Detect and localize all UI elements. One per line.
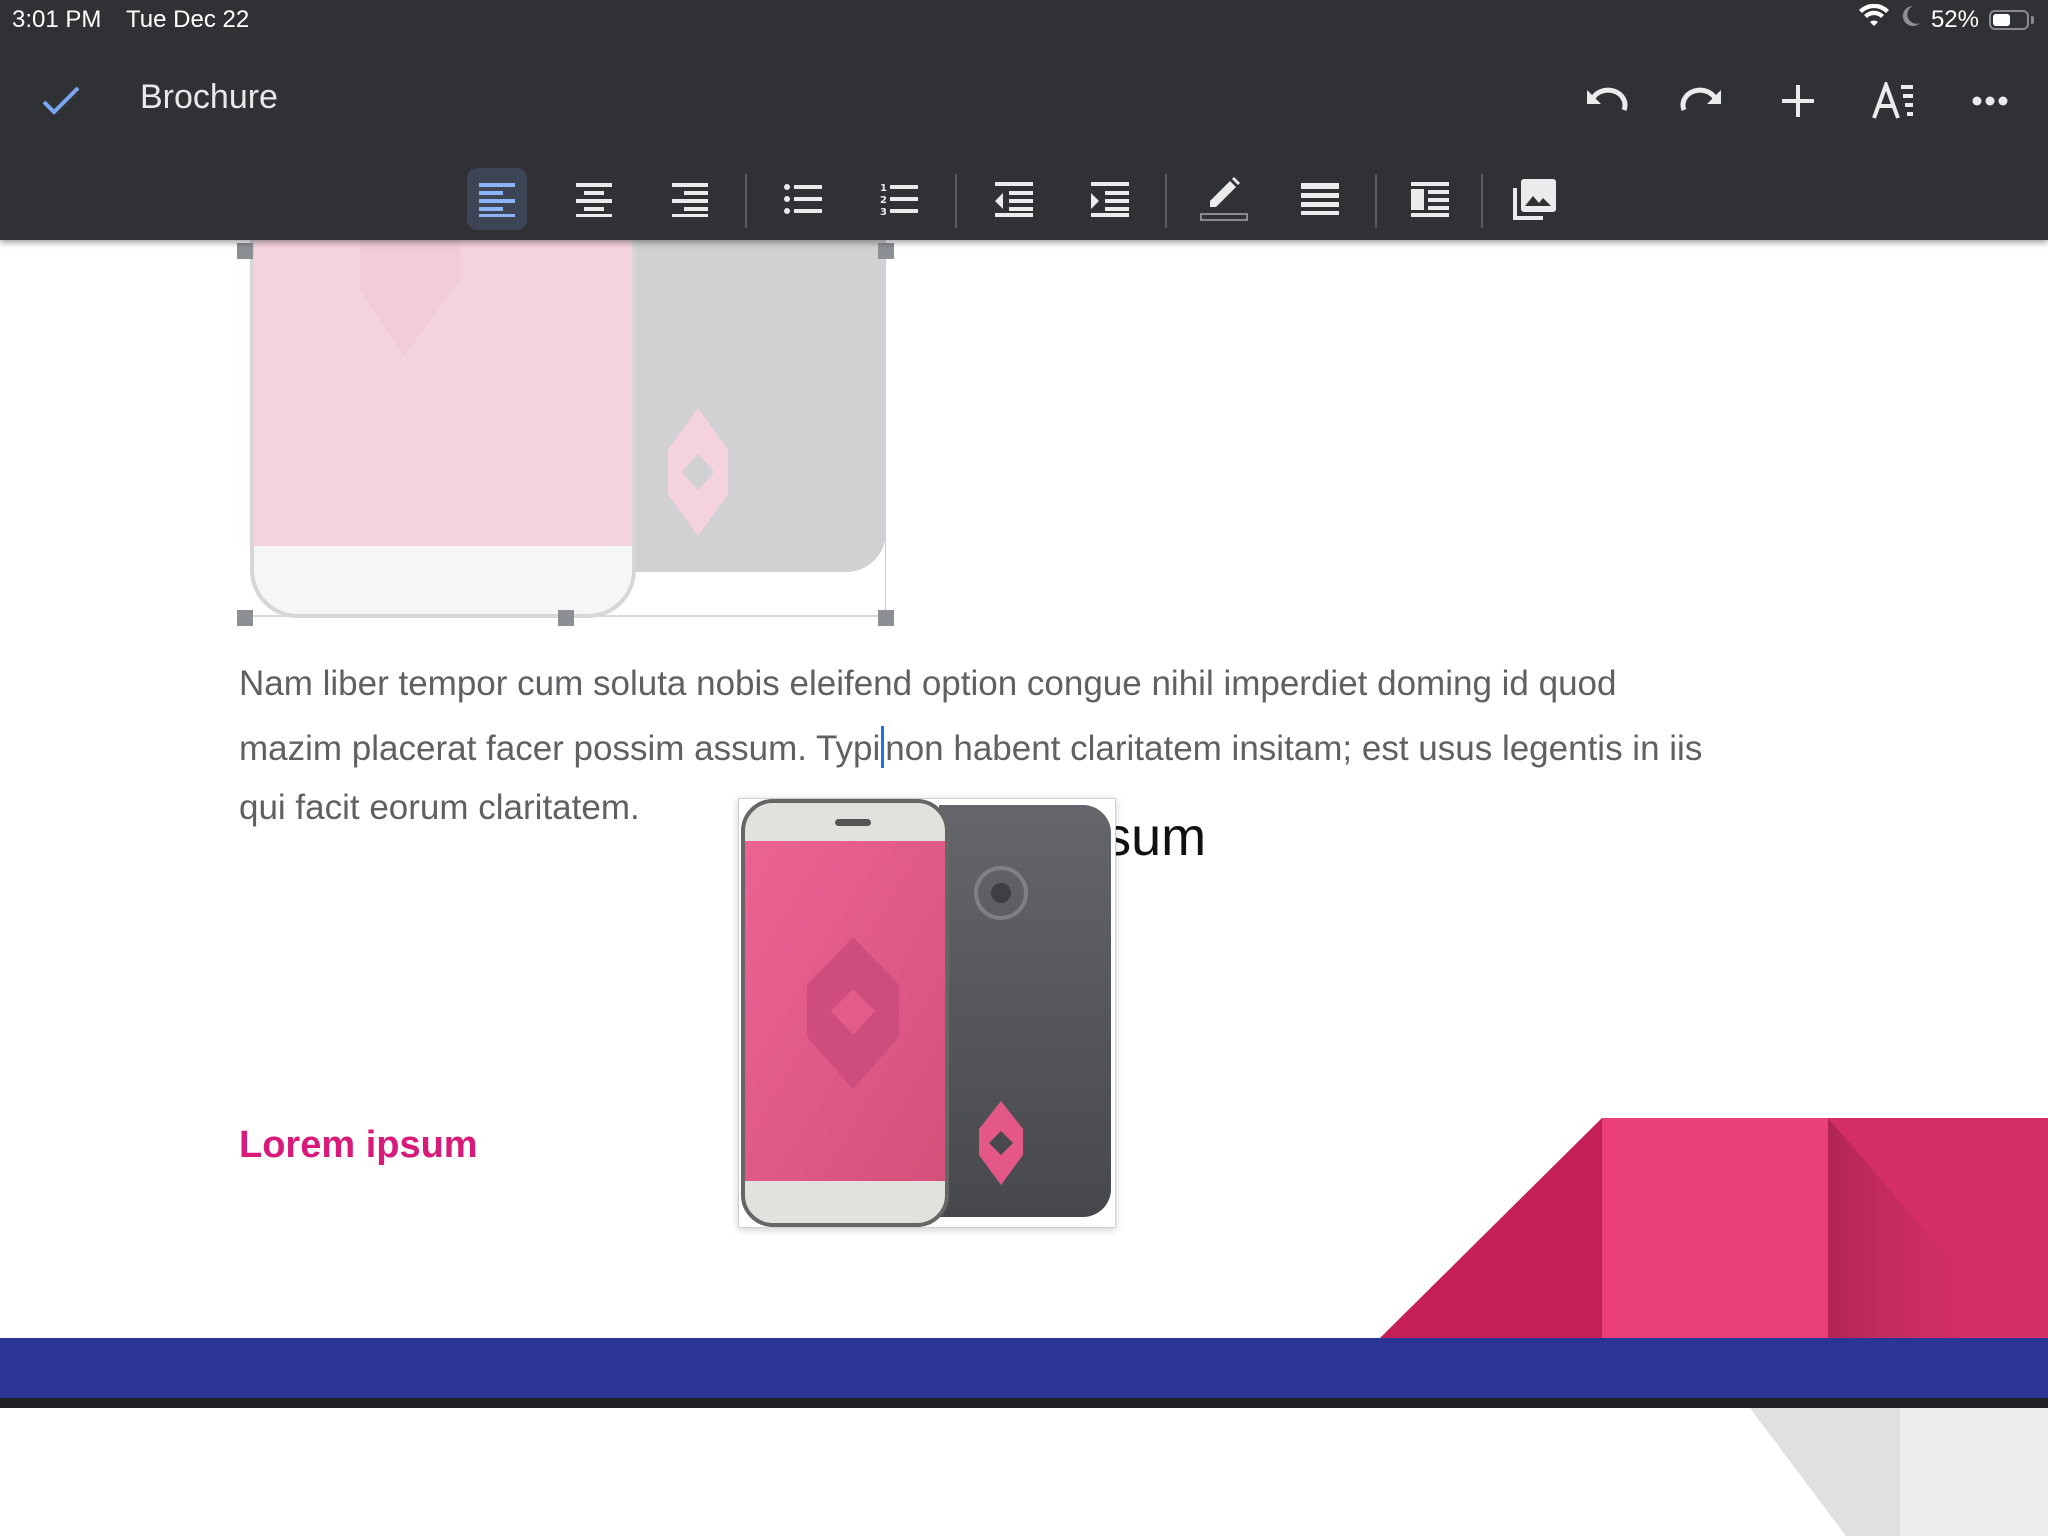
increase-indent-button[interactable] xyxy=(1080,168,1140,230)
highlight-button[interactable] xyxy=(1194,168,1254,230)
status-time: 3:01 PM xyxy=(12,6,102,33)
app-header: 3:01 PM Tue Dec 22 52% Brochure 1 2 3 xyxy=(0,0,2048,240)
insert-button[interactable] xyxy=(1770,76,1826,126)
battery-icon xyxy=(1989,9,2029,30)
toolbar-divider xyxy=(955,174,957,228)
resize-handle-bottom-center[interactable] xyxy=(558,610,574,626)
image-options-button[interactable] xyxy=(1505,168,1565,230)
paragraph-text-after-cursor: non habent claritatem insitam; est usus … xyxy=(885,729,1703,768)
more-button[interactable] xyxy=(1962,76,2018,126)
align-center-button[interactable] xyxy=(564,168,624,230)
numbered-list-icon: 123 xyxy=(880,183,918,216)
footer-band xyxy=(0,1338,2048,1398)
battery-nub xyxy=(2031,15,2034,24)
phone-image[interactable] xyxy=(738,798,1116,1228)
decorative-shadow xyxy=(1750,1408,2048,1536)
paragraph-line-1[interactable]: Nam liber tempor cum soluta nobis eleife… xyxy=(239,664,1616,704)
toolbar-divider xyxy=(1481,174,1483,228)
decrease-indent-icon xyxy=(995,182,1033,217)
bulleted-list-button[interactable] xyxy=(774,168,834,230)
text-wrap-button[interactable] xyxy=(1400,168,1460,230)
bulleted-list-icon xyxy=(784,184,822,214)
line-spacing-icon xyxy=(1301,183,1339,215)
status-date: Tue Dec 22 xyxy=(126,6,250,33)
line-spacing-button[interactable] xyxy=(1290,168,1350,230)
paragraph-text-before-cursor: mazim placerat facer possim assum. Typi xyxy=(239,729,881,768)
align-center-icon xyxy=(576,183,612,217)
image-icon xyxy=(1513,179,1556,220)
align-left-icon xyxy=(479,183,515,217)
text-format-icon xyxy=(1872,82,1913,119)
resize-handle-top-right[interactable] xyxy=(878,243,894,259)
undo-icon xyxy=(1587,87,1628,111)
pencil-icon xyxy=(1200,177,1248,221)
moon-icon xyxy=(1899,4,1921,35)
paragraph-line-3[interactable]: qui facit eorum claritatem. xyxy=(239,788,640,828)
plus-icon xyxy=(1782,85,1814,117)
heading-2[interactable]: Lorem ipsum xyxy=(239,1124,478,1167)
wifi-icon xyxy=(1858,3,1889,35)
svg-text:1: 1 xyxy=(880,183,887,194)
increase-indent-icon xyxy=(1091,182,1129,217)
status-indicators: 52% xyxy=(1858,3,2034,35)
numbered-list-button[interactable]: 123 xyxy=(870,168,930,230)
battery-percent: 52% xyxy=(1930,5,1979,33)
align-right-button[interactable] xyxy=(660,168,720,230)
undo-button[interactable] xyxy=(1578,76,1634,126)
page-divider xyxy=(0,1398,2048,1408)
more-icon xyxy=(1972,96,2008,106)
decrease-indent-button[interactable] xyxy=(984,168,1044,230)
svg-text:2: 2 xyxy=(880,195,887,206)
decorative-shapes xyxy=(1380,1118,2048,1338)
text-format-button[interactable] xyxy=(1866,76,1922,126)
phone-illustration xyxy=(741,799,1111,1227)
resize-handle-top-left[interactable] xyxy=(237,243,253,259)
redo-button[interactable] xyxy=(1674,76,1730,126)
toolbar-divider xyxy=(1375,174,1377,228)
selected-image[interactable] xyxy=(244,238,887,619)
document-title[interactable]: Brochure xyxy=(140,78,278,117)
svg-text:3: 3 xyxy=(880,207,887,216)
text-cursor xyxy=(881,726,885,768)
text-wrap-icon xyxy=(1411,182,1449,217)
toolbar-divider xyxy=(745,174,747,228)
redo-icon xyxy=(1680,87,1721,111)
done-button[interactable] xyxy=(38,78,84,124)
toolbar-divider xyxy=(1165,174,1167,228)
check-icon xyxy=(42,86,80,115)
align-right-icon xyxy=(672,183,708,217)
resize-handle-bottom-left[interactable] xyxy=(237,610,253,626)
paragraph-line-2[interactable]: mazim placerat facer possim assum. Typi n… xyxy=(239,726,1702,769)
document-canvas[interactable]: Lorem ipsum Nam liber tempor cum soluta … xyxy=(0,238,2048,1536)
resize-handle-bottom-right[interactable] xyxy=(878,610,894,626)
align-left-button[interactable] xyxy=(467,168,527,230)
battery-level xyxy=(1993,13,2010,26)
phone-image-faded xyxy=(244,238,887,619)
